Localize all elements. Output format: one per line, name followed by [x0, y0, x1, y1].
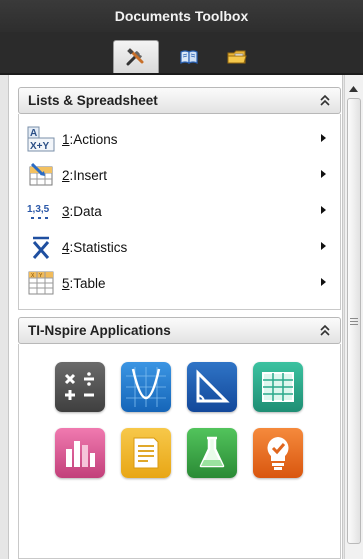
spreadsheet-app-button[interactable]: [253, 362, 303, 412]
graphs-icon: [126, 367, 166, 407]
toolbox-title: Documents Toolbox: [0, 0, 363, 32]
calculator-app-button[interactable]: [55, 362, 105, 412]
menu-item-insert[interactable]: 2:Insert: [27, 160, 333, 190]
submenu-arrow-icon: [321, 278, 326, 286]
tools-icon: [126, 48, 144, 66]
menu-item-statistics[interactable]: 4:Statistics: [27, 232, 333, 262]
question-icon: [267, 437, 289, 470]
dataquest-app-button[interactable]: [187, 428, 237, 478]
menu-label-insert: Insert: [73, 167, 108, 183]
menu-item-data[interactable]: 1,3,5 3:Data: [27, 196, 333, 226]
submenu-arrow-icon: [321, 170, 326, 178]
menu-label-table: Table: [73, 275, 106, 291]
scrollbar-thumb[interactable]: [347, 98, 361, 544]
geometry-icon: [196, 369, 230, 403]
data-icon: 1,3,5: [27, 198, 55, 224]
data-statistics-app-button[interactable]: [55, 428, 105, 478]
menu-number: 4: [62, 239, 70, 255]
dataquest-icon: [199, 436, 225, 468]
collapse-chevron-icon[interactable]: [319, 94, 331, 107]
notes-icon: [133, 437, 159, 469]
menu-number: 1: [62, 131, 70, 147]
menu-item-table[interactable]: X Y 5:Table: [27, 268, 333, 298]
scroll-grip-icon: [350, 317, 358, 325]
statistics-icon: [27, 234, 55, 260]
tab-tools[interactable]: [113, 40, 159, 73]
graphs-app-button[interactable]: [121, 362, 171, 412]
spreadsheet-icon: [262, 372, 294, 402]
section-title-apps: TI-Nspire Applications: [28, 323, 171, 338]
menu-number: 2: [62, 167, 70, 183]
submenu-arrow-icon: [321, 134, 326, 142]
section-header-lists[interactable]: Lists & Spreadsheet: [18, 87, 341, 114]
tab-content[interactable]: [214, 40, 260, 73]
folder-icon: [227, 50, 247, 63]
section-title-lists: Lists & Spreadsheet: [28, 93, 158, 108]
toolbox-tab-bar: [0, 32, 363, 75]
menu-number: 3: [62, 203, 70, 219]
book-icon: [180, 49, 198, 64]
menu-item-actions[interactable]: A X+Y 1:Actions: [27, 124, 333, 154]
actions-icon: A X+Y: [27, 126, 55, 152]
menu-label-actions: Actions: [73, 131, 118, 147]
notes-app-button[interactable]: [121, 428, 171, 478]
section-header-apps[interactable]: TI-Nspire Applications: [18, 317, 341, 344]
collapse-chevron-icon[interactable]: [319, 324, 331, 337]
submenu-arrow-icon: [321, 242, 326, 250]
scroll-up-arrow-icon: [349, 85, 358, 92]
tab-utilities[interactable]: [166, 40, 212, 73]
table-icon: X Y: [27, 270, 55, 296]
geometry-app-button[interactable]: [187, 362, 237, 412]
menu-label-data: Data: [73, 203, 102, 219]
insert-icon: [27, 162, 55, 188]
svg-text:X+Y: X+Y: [30, 141, 50, 152]
svg-text:A: A: [30, 128, 37, 139]
data-statistics-icon: [66, 441, 95, 467]
calculator-icon: [64, 372, 94, 400]
submenu-arrow-icon: [321, 206, 326, 214]
scroll-up-button[interactable]: [347, 82, 360, 95]
menu-number: 5: [62, 275, 70, 291]
menu-label-statistics: Statistics: [73, 239, 128, 255]
question-app-button[interactable]: [253, 428, 303, 478]
data-icon-text: 1,3,5: [27, 204, 50, 215]
